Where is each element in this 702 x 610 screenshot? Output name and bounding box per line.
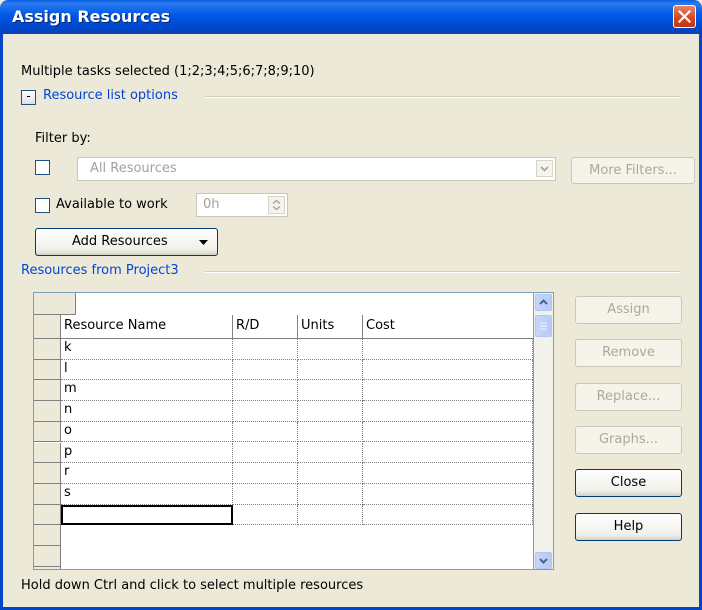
rd-cell[interactable]	[233, 483, 298, 505]
minus-icon: -	[26, 89, 31, 103]
filter-by-label: Filter by:	[35, 131, 91, 146]
resource-name-cell[interactable]	[61, 504, 233, 526]
filter-checkbox[interactable]	[35, 160, 50, 175]
row-header	[34, 546, 61, 567]
rd-cell[interactable]	[233, 401, 298, 422]
rd-cell[interactable]	[233, 421, 298, 443]
replace-button[interactable]: Replace...	[575, 383, 682, 411]
column-header-units[interactable]: Units	[298, 315, 363, 339]
more-filters-button[interactable]: More Filters...	[571, 157, 695, 184]
cost-cell[interactable]	[363, 463, 533, 484]
edit-bar-corner	[34, 293, 76, 315]
available-hours-spinner[interactable]: 0h	[196, 193, 288, 217]
add-resources-label: Add Resources	[72, 234, 168, 249]
dropdown-arrow-icon	[199, 240, 208, 245]
units-cell[interactable]	[298, 504, 363, 526]
cost-cell[interactable]	[363, 359, 533, 381]
table-scrollbar[interactable]	[534, 292, 554, 570]
row-header-corner	[34, 315, 61, 339]
remove-button[interactable]: Remove	[575, 339, 682, 367]
scroll-down-button[interactable]	[535, 552, 552, 569]
resource-name-cell[interactable]: p	[61, 442, 233, 464]
resource-name-cell[interactable]: m	[61, 380, 233, 402]
row-header[interactable]	[34, 483, 61, 505]
assign-button[interactable]: Assign	[575, 296, 682, 324]
units-cell[interactable]	[298, 380, 363, 402]
column-header-cost[interactable]: Cost	[363, 315, 533, 339]
spinner-arrows-icon[interactable]	[268, 196, 285, 214]
available-to-work-checkbox[interactable]	[35, 198, 50, 213]
resource-list-options-link[interactable]: Resource list options	[43, 88, 178, 103]
row-header[interactable]	[34, 463, 61, 484]
edit-bar[interactable]	[34, 293, 533, 315]
rd-cell[interactable]	[233, 442, 298, 464]
add-resources-button[interactable]: Add Resources	[35, 228, 218, 256]
units-cell[interactable]	[298, 359, 363, 381]
resource-name-cell[interactable]: r	[61, 463, 233, 484]
chevron-down-icon	[539, 558, 548, 564]
rd-cell[interactable]	[233, 504, 298, 526]
available-to-work-label: Available to work	[56, 197, 168, 212]
units-cell[interactable]	[298, 463, 363, 484]
close-button[interactable]: Close	[575, 469, 682, 497]
footer-hint: Hold down Ctrl and click to select multi…	[21, 578, 364, 593]
help-button[interactable]: Help	[575, 513, 682, 541]
chevron-down-icon[interactable]	[536, 160, 553, 177]
filter-combo-value: All Resources	[90, 161, 177, 176]
units-cell[interactable]	[298, 401, 363, 422]
cost-cell[interactable]	[363, 442, 533, 464]
scroll-up-button[interactable]	[535, 294, 552, 311]
dialog-title: Assign Resources	[12, 7, 171, 26]
scroll-thumb[interactable]	[535, 315, 552, 337]
title-bar[interactable]: Assign Resources	[0, 0, 702, 34]
resource-table[interactable]: Resource Name R/D Units Cost klmnoprs	[33, 292, 534, 570]
assign-resources-dialog: Assign Resources Multiple tasks selected…	[0, 0, 702, 610]
resource-name-cell[interactable]: s	[61, 483, 233, 505]
units-cell[interactable]	[298, 483, 363, 505]
filter-combo[interactable]: All Resources	[77, 157, 556, 181]
rd-cell[interactable]	[233, 339, 298, 360]
resource-name-cell[interactable]: n	[61, 401, 233, 422]
cost-cell[interactable]	[363, 401, 533, 422]
row-header[interactable]	[34, 380, 61, 402]
cost-cell[interactable]	[363, 380, 533, 402]
cost-cell[interactable]	[363, 421, 533, 443]
available-hours-value: 0h	[203, 197, 220, 212]
rd-cell[interactable]	[233, 380, 298, 402]
resources-divider	[205, 271, 680, 273]
resource-name-cell[interactable]: k	[61, 339, 233, 360]
row-header[interactable]	[34, 359, 61, 381]
rd-cell[interactable]	[233, 463, 298, 484]
close-icon	[678, 10, 691, 23]
close-window-button[interactable]	[673, 5, 696, 28]
grip-icon	[540, 322, 547, 330]
units-cell[interactable]	[298, 421, 363, 443]
row-header	[34, 525, 61, 546]
cost-cell[interactable]	[363, 483, 533, 505]
graphs-button[interactable]: Graphs...	[575, 426, 682, 454]
row-header[interactable]	[34, 504, 61, 526]
units-cell[interactable]	[298, 442, 363, 464]
resource-name-cell[interactable]: o	[61, 421, 233, 443]
options-divider	[204, 96, 680, 98]
cost-cell[interactable]	[363, 504, 533, 526]
row-header[interactable]	[34, 339, 61, 360]
column-header-resource-name[interactable]: Resource Name	[61, 315, 233, 339]
collapse-options-button[interactable]: -	[21, 90, 36, 105]
units-cell[interactable]	[298, 339, 363, 360]
cost-cell[interactable]	[363, 339, 533, 360]
row-header[interactable]	[34, 421, 61, 443]
row-header[interactable]	[34, 401, 61, 422]
chevron-up-icon	[539, 299, 548, 305]
rd-cell[interactable]	[233, 359, 298, 381]
resource-name-cell[interactable]: l	[61, 359, 233, 381]
column-header-rd[interactable]: R/D	[233, 315, 298, 339]
row-header	[34, 566, 61, 569]
tasks-selected-text: Multiple tasks selected (1;2;3;4;5;6;7;8…	[21, 64, 315, 79]
row-header[interactable]	[34, 442, 61, 464]
resources-from-project-label: Resources from Project3	[21, 263, 179, 278]
